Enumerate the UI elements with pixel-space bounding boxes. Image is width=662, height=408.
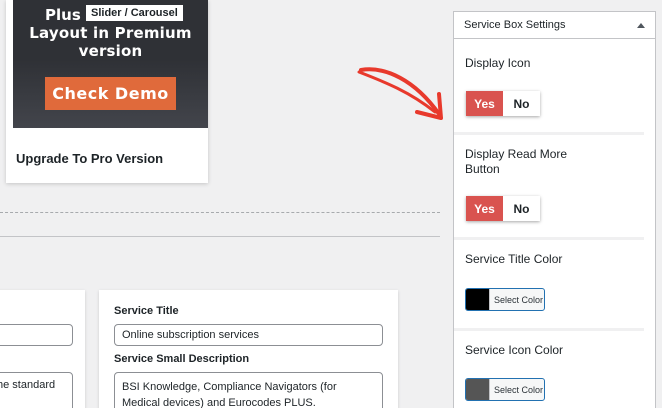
promo-text-plus: Plus <box>45 6 81 24</box>
service-description-textarea-left[interactable]: he standard <box>0 372 73 408</box>
service-description-label: Service Small Description <box>114 353 250 365</box>
settings-divider <box>454 237 644 240</box>
icon-select-color-button[interactable]: Select Color <box>490 385 543 395</box>
read-more-toggle[interactable]: Yes No <box>466 196 540 221</box>
dashed-separator <box>0 212 440 213</box>
service-description-textarea[interactable]: BSI Knowledge, Compliance Navigators (fo… <box>114 372 383 408</box>
title-color-swatch[interactable] <box>466 289 490 310</box>
panel-title: Service Box Settings <box>464 19 566 31</box>
display-icon-no[interactable]: No <box>503 91 540 116</box>
service-icon-color-label: Service Icon Color <box>465 343 564 357</box>
collapse-arrow-icon[interactable] <box>637 22 645 28</box>
display-icon-label: Display Icon <box>465 56 531 70</box>
title-select-color-button[interactable]: Select Color <box>490 295 543 305</box>
upgrade-promo-card: Plus Slider / Carousel Layout in Premium… <box>6 0 208 183</box>
service-title-label: Service Title <box>114 305 179 317</box>
icon-color-picker[interactable]: Select Color <box>465 378 545 401</box>
promo-banner-image: Plus Slider / Carousel Layout in Premium… <box>13 0 208 128</box>
service-card-left: he standard <box>0 290 85 408</box>
pointer-arrow-icon <box>357 67 443 120</box>
icon-color-swatch[interactable] <box>466 379 490 400</box>
settings-divider <box>454 132 644 135</box>
display-icon-toggle[interactable]: Yes No <box>466 91 540 116</box>
display-read-more-label: Display Read More Button <box>465 147 568 176</box>
settings-divider <box>454 328 644 331</box>
promo-text-layout: Layout in Premium <box>29 24 192 42</box>
service-card: Service Title Service Small Description … <box>99 290 398 408</box>
read-more-yes[interactable]: Yes <box>466 196 503 221</box>
promo-badge: Slider / Carousel <box>86 5 183 21</box>
upgrade-title[interactable]: Upgrade To Pro Version <box>16 151 163 166</box>
promo-text-version: version <box>78 42 143 60</box>
service-title-input[interactable] <box>114 324 383 346</box>
section-separator <box>0 236 440 237</box>
read-more-no[interactable]: No <box>503 196 540 221</box>
display-icon-yes[interactable]: Yes <box>466 91 503 116</box>
service-title-color-label: Service Title Color <box>465 252 563 266</box>
service-title-input-left[interactable] <box>0 324 73 346</box>
title-color-picker[interactable]: Select Color <box>465 288 545 311</box>
check-demo-button[interactable]: Check Demo <box>45 77 176 110</box>
service-box-settings-panel: Service Box Settings Display Icon Yes No… <box>453 11 656 408</box>
panel-header[interactable]: Service Box Settings <box>454 12 655 39</box>
